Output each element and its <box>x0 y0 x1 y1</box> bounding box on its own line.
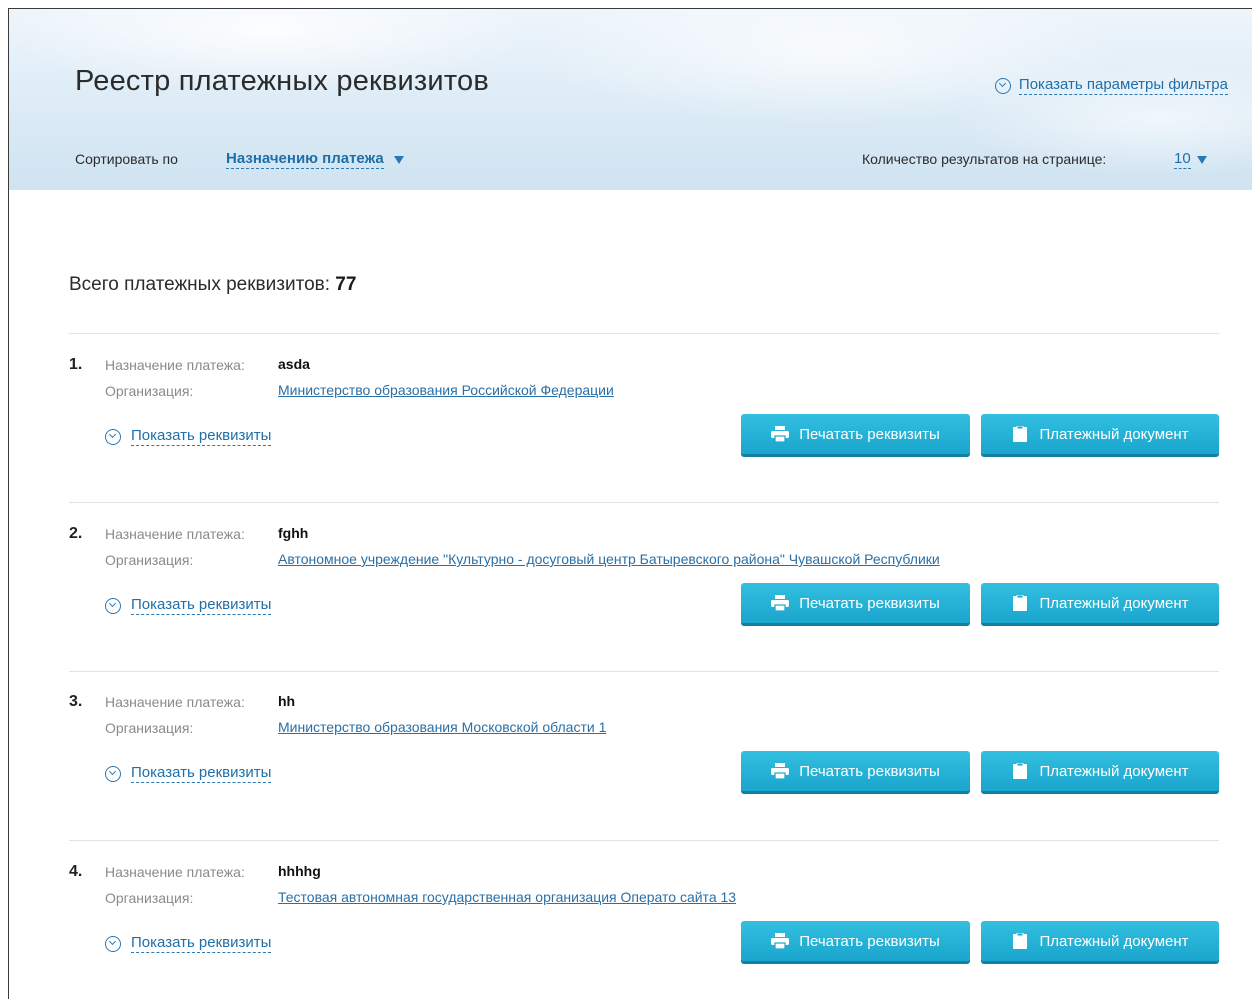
show-filter-link[interactable]: Показать параметры фильтра <box>994 76 1228 95</box>
item-number: 2. <box>69 525 83 542</box>
total-count: 77 <box>335 274 357 295</box>
print-button-label: Печатать реквизиты <box>799 425 940 443</box>
purpose-value: hhhhg <box>278 863 321 879</box>
list-item: 1. Назначение платежа: asda Организация:… <box>69 356 1219 496</box>
organization-link[interactable]: Автономное учреждение "Культурно - досуг… <box>278 551 940 567</box>
total-label: Всего платежных реквизитов: <box>69 274 331 295</box>
circle-chevron-down-icon <box>105 935 121 952</box>
payment-document-button[interactable]: Платежный документ <box>981 414 1219 454</box>
sort-value: Назначению платежа <box>226 150 384 169</box>
circle-chevron-down-icon <box>994 77 1011 94</box>
printer-icon <box>771 426 790 442</box>
purpose-label: Назначение платежа: <box>105 526 245 542</box>
print-button-label: Печатать реквизиты <box>799 594 940 612</box>
header-banner: Реестр платежных реквизитов Показать пар… <box>9 9 1252 190</box>
show-details-link[interactable]: Показать реквизиты <box>105 596 272 615</box>
divider <box>69 840 1219 841</box>
show-details-label: Показать реквизиты <box>131 596 272 615</box>
show-details-link[interactable]: Показать реквизиты <box>105 934 272 953</box>
payment-document-button[interactable]: Платежный документ <box>981 583 1219 623</box>
purpose-label: Назначение платежа: <box>105 694 245 710</box>
item-number: 1. <box>69 356 83 373</box>
printer-icon <box>771 763 790 779</box>
organization-link[interactable]: Тестовая автономная государственная орга… <box>278 889 736 905</box>
show-details-link[interactable]: Показать реквизиты <box>105 427 272 446</box>
circle-chevron-down-icon <box>105 765 121 782</box>
show-details-label: Показать реквизиты <box>131 934 272 953</box>
circle-chevron-down-icon <box>105 597 121 614</box>
print-button-label: Печатать реквизиты <box>799 762 940 780</box>
purpose-label: Назначение платежа: <box>105 864 245 880</box>
printer-icon <box>771 595 790 611</box>
sort-label: Сортировать по <box>75 151 178 167</box>
organization-label: Организация: <box>105 383 194 399</box>
print-details-button[interactable]: Печатать реквизиты <box>741 751 970 791</box>
organization-label: Организация: <box>105 720 194 736</box>
triangle-down-icon <box>1196 155 1207 164</box>
organization-link[interactable]: Министерство образования Московской обла… <box>278 719 606 735</box>
clipboard-icon <box>1013 933 1028 949</box>
per-page-value: 10 <box>1174 150 1191 169</box>
clipboard-icon <box>1013 426 1028 442</box>
organization-link[interactable]: Министерство образования Российской Феде… <box>278 382 614 398</box>
show-details-label: Показать реквизиты <box>131 427 272 446</box>
print-details-button[interactable]: Печатать реквизиты <box>741 583 970 623</box>
show-details-link[interactable]: Показать реквизиты <box>105 764 272 783</box>
triangle-down-icon <box>393 155 404 164</box>
divider <box>69 671 1219 672</box>
divider <box>69 502 1219 503</box>
document-button-label: Платежный документ <box>1039 425 1189 443</box>
item-number: 4. <box>69 863 83 880</box>
clipboard-icon <box>1013 595 1028 611</box>
per-page-label: Количество результатов на странице: <box>862 151 1107 167</box>
show-filter-label: Показать параметры фильтра <box>1018 76 1228 95</box>
circle-chevron-down-icon <box>105 428 121 445</box>
show-details-label: Показать реквизиты <box>131 764 272 783</box>
purpose-label: Назначение платежа: <box>105 357 245 373</box>
document-button-label: Платежный документ <box>1039 594 1189 612</box>
print-button-label: Печатать реквизиты <box>799 932 940 950</box>
total-count-heading: Всего платежных реквизитов: 77 <box>69 274 356 296</box>
organization-label: Организация: <box>105 890 194 906</box>
list-item: 2. Назначение платежа: fghh Организация:… <box>69 525 1219 665</box>
document-button-label: Платежный документ <box>1039 932 1189 950</box>
payment-document-button[interactable]: Платежный документ <box>981 751 1219 791</box>
clipboard-icon <box>1013 763 1028 779</box>
printer-icon <box>771 933 790 949</box>
per-page-dropdown[interactable]: 10 <box>1174 150 1207 169</box>
page-title: Реестр платежных реквизитов <box>75 65 489 97</box>
document-button-label: Платежный документ <box>1039 762 1189 780</box>
item-number: 3. <box>69 693 83 710</box>
sort-dropdown[interactable]: Назначению платежа <box>226 150 404 169</box>
organization-label: Организация: <box>105 552 194 568</box>
purpose-value: hh <box>278 693 296 709</box>
purpose-value: fghh <box>278 525 309 541</box>
list-item: 4. Назначение платежа: hhhhg Организация… <box>69 863 1219 999</box>
payment-document-button[interactable]: Платежный документ <box>981 921 1219 961</box>
print-details-button[interactable]: Печатать реквизиты <box>741 921 970 961</box>
page-frame: Реестр платежных реквизитов Показать пар… <box>8 8 1252 999</box>
divider <box>69 333 1219 334</box>
list-item: 3. Назначение платежа: hh Организация: М… <box>69 693 1219 833</box>
print-details-button[interactable]: Печатать реквизиты <box>741 414 970 454</box>
purpose-value: asda <box>278 356 310 372</box>
